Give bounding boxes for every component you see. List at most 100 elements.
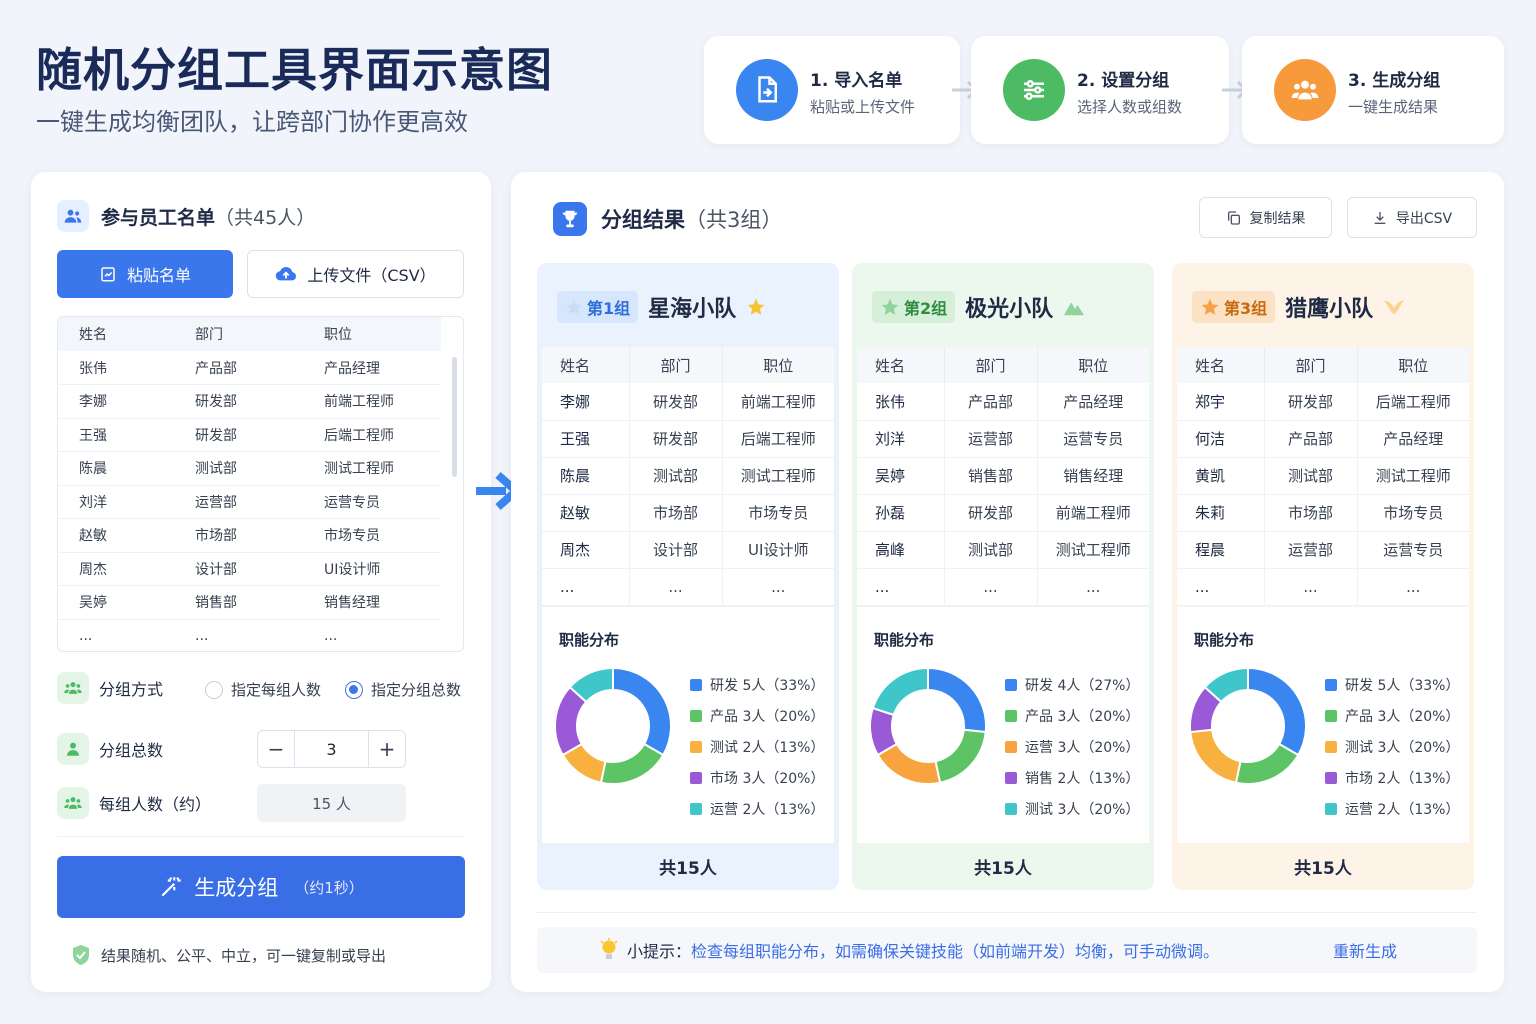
legend-name: 研发 bbox=[710, 677, 738, 694]
cell-title: ... bbox=[722, 568, 834, 606]
paste-list-label: 粘贴名单 bbox=[126, 266, 191, 285]
group-total-value[interactable]: 3 bbox=[294, 731, 369, 767]
lightbulb-icon bbox=[600, 938, 618, 959]
divider bbox=[537, 912, 1477, 913]
cell-name: 何洁 bbox=[1177, 420, 1265, 458]
legend-swatch bbox=[1325, 740, 1337, 753]
decrement-button[interactable]: − bbox=[258, 731, 294, 767]
cell-dept: 市场部 bbox=[629, 494, 723, 532]
table-header-row: 姓名 部门 职位 bbox=[58, 317, 441, 351]
cell-name: 张伟 bbox=[857, 383, 945, 421]
cell-name: ... bbox=[542, 568, 630, 606]
star-icon bbox=[746, 297, 766, 317]
legend-item: 测试 2人（13%） bbox=[690, 731, 824, 762]
cell-name: 周杰 bbox=[58, 552, 173, 586]
upload-csv-button[interactable]: 上传文件（CSV） bbox=[247, 250, 464, 298]
roster-scrollbar[interactable] bbox=[452, 357, 457, 477]
roster-title: 参与员工名单 bbox=[101, 206, 216, 229]
export-csv-button[interactable]: 导出CSV bbox=[1347, 197, 1477, 238]
grouping-mode-label: 分组方式 bbox=[99, 680, 164, 699]
table-header-row: 姓名 部门 职位 bbox=[1177, 347, 1469, 383]
group-table: 姓名 部门 职位 李娜 研发部 前端工程师 王强 研发部 后端工程师 陈晨 测试部 测试工程师 赵敏 市场… bbox=[542, 347, 834, 606]
paste-list-button[interactable]: 粘贴名单 bbox=[57, 250, 233, 298]
radio-per-group[interactable]: 指定每组人数 bbox=[205, 679, 321, 700]
cell-name: 李娜 bbox=[58, 384, 173, 419]
cell-dept: 测试部 bbox=[944, 531, 1038, 569]
cell-dept: 产品部 bbox=[1264, 420, 1358, 458]
legend-swatch bbox=[690, 771, 702, 784]
legend-item: 市场 3人（20%） bbox=[690, 762, 824, 793]
table-row: ......... bbox=[1177, 568, 1469, 606]
legend-item: 研发 4人（27%） bbox=[1005, 669, 1139, 700]
legend-item: 运营 3人（20%） bbox=[1005, 731, 1139, 762]
upload-csv-label: 上传文件（CSV） bbox=[307, 266, 436, 285]
regenerate-link[interactable]: 重新生成 bbox=[1333, 938, 1397, 962]
cell-dept: 研发部 bbox=[173, 384, 302, 419]
table-row: 王强 研发部 后端工程师 bbox=[58, 418, 441, 452]
donut-slice bbox=[1247, 667, 1307, 757]
group-total: 共15人 bbox=[1294, 859, 1352, 879]
legend-swatch bbox=[1325, 771, 1337, 784]
cell-name: ... bbox=[857, 568, 945, 606]
legend-swatch bbox=[1005, 678, 1017, 691]
legend-name: 测试 bbox=[710, 739, 738, 756]
cell-dept: 研发部 bbox=[629, 420, 723, 458]
fairness-note: 结果随机、公平、中立，可一键复制或导出 bbox=[71, 944, 386, 966]
legend-item: 市场 2人（13%） bbox=[1325, 762, 1459, 793]
copy-results-label: 复制结果 bbox=[1249, 210, 1306, 227]
cell-name: 赵敏 bbox=[542, 494, 630, 532]
table-row: 周杰 设计部 UI设计师 bbox=[58, 552, 441, 586]
legend-name: 运营 bbox=[710, 801, 738, 818]
legend-name: 研发 bbox=[1025, 677, 1053, 694]
table-row: 吴婷 销售部 销售经理 bbox=[58, 585, 441, 620]
cell-title: 产品经理 bbox=[1037, 383, 1149, 421]
person-icon bbox=[57, 733, 89, 765]
cell-dept: 运营部 bbox=[1264, 531, 1358, 569]
cell-name: 刘洋 bbox=[58, 485, 173, 519]
column-header: 职位 bbox=[1037, 347, 1149, 383]
distribution-section: 职能分布 研发 5人（33%） 产品 3人（20%） 测试 3人（20%） 市场 2人（… bbox=[1177, 607, 1469, 843]
legend-swatch bbox=[690, 740, 702, 753]
cell-dept: 研发部 bbox=[1264, 383, 1358, 421]
mountain-icon bbox=[1063, 297, 1085, 317]
group-total-stepper[interactable]: − 3 + bbox=[257, 730, 406, 768]
results-header: 分组结果（共3组） bbox=[553, 202, 782, 236]
tip-label: 小提示： bbox=[627, 942, 692, 961]
legend-value: 3人（20%） bbox=[1057, 708, 1140, 725]
legend-item: 运营 2人（13%） bbox=[1325, 793, 1459, 824]
table-row: 张伟 产品部 产品经理 bbox=[857, 383, 1149, 421]
copy-results-button[interactable]: 复制结果 bbox=[1199, 197, 1332, 238]
column-header-name: 姓名 bbox=[58, 317, 173, 351]
fairness-note-text: 结果随机、公平、中立，可一键复制或导出 bbox=[101, 946, 387, 965]
group-total: 共15人 bbox=[659, 859, 717, 879]
radio-per-group-dot[interactable] bbox=[205, 680, 223, 699]
group-name: 极光小队 bbox=[965, 297, 1054, 322]
radio-total-groups-label: 指定分组总数 bbox=[371, 681, 462, 699]
donut-slice bbox=[599, 742, 665, 785]
page-title: 随机分组工具界面示意图 bbox=[36, 43, 553, 97]
column-header-dept: 部门 bbox=[173, 317, 302, 351]
radio-total-groups-dot[interactable] bbox=[345, 680, 363, 699]
step-generate: 3. 生成分组 一键生成结果 bbox=[1242, 36, 1504, 144]
table-row: 何洁 产品部 产品经理 bbox=[1177, 420, 1469, 458]
table-row: 王强 研发部 后端工程师 bbox=[542, 420, 834, 458]
group-badge: 第1组 bbox=[557, 291, 639, 323]
legend-value: 5人（33%） bbox=[1377, 677, 1460, 694]
per-group-label: 每组人数（约） bbox=[99, 795, 212, 814]
table-header-row: 姓名 部门 职位 bbox=[857, 347, 1149, 383]
step-import: 1. 导入名单 粘贴或上传文件 bbox=[704, 36, 960, 144]
donut-slice bbox=[934, 728, 987, 784]
radio-total-groups[interactable]: 指定分组总数 bbox=[345, 679, 461, 700]
cell-name: 吴婷 bbox=[58, 585, 173, 620]
increment-button[interactable]: + bbox=[369, 731, 405, 767]
legend-name: 运营 bbox=[1345, 801, 1373, 818]
legend-value: 3人（20%） bbox=[1057, 739, 1140, 756]
cell-name: ... bbox=[58, 619, 173, 651]
legend-value: 2人（13%） bbox=[1057, 770, 1140, 787]
cell-title: 后端工程师 bbox=[1357, 383, 1469, 421]
results-title: 分组结果 bbox=[601, 208, 685, 232]
group-icon bbox=[57, 787, 89, 819]
generate-groups-button[interactable]: 生成分组 （约1秒） bbox=[57, 856, 465, 918]
legend-item: 销售 2人（13%） bbox=[1005, 762, 1139, 793]
roster-table[interactable]: 姓名 部门 职位 张伟 产品部 产品经理 李娜 研发部 前端工程师 王强 研发部 后端工程师 陈晨… bbox=[57, 316, 464, 652]
